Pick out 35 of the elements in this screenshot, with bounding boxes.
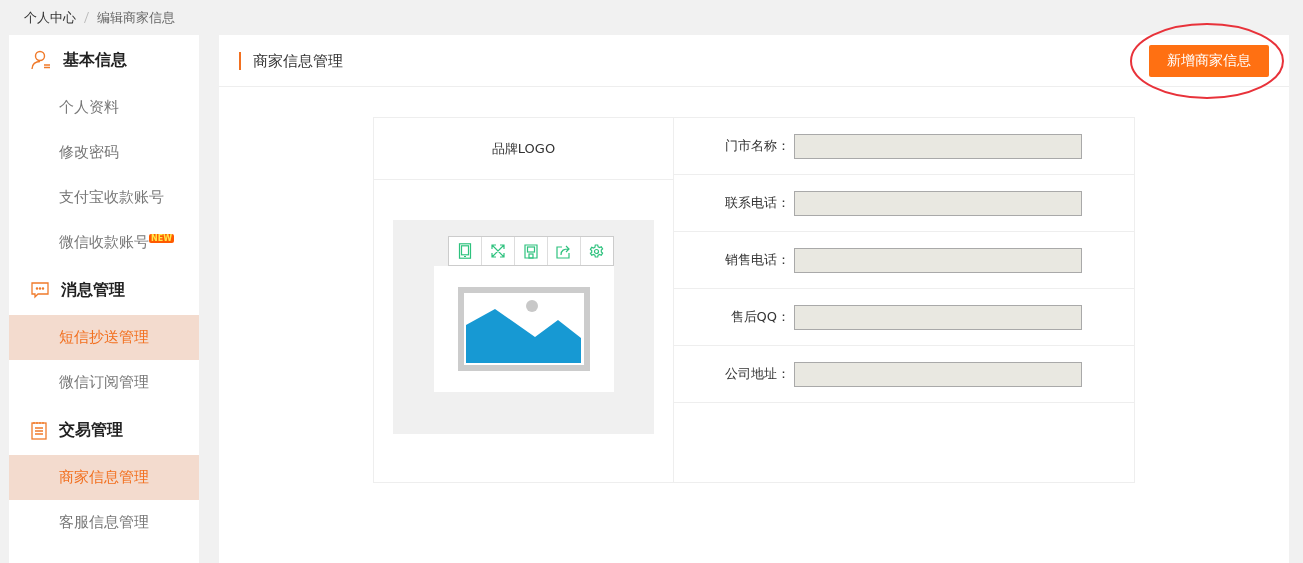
field-label: 售后QQ： xyxy=(729,308,790,326)
sidebar-group-title: 消息管理 xyxy=(61,279,125,301)
sidebar-group-title: 交易管理 xyxy=(59,419,123,441)
field-label: 联系电话： xyxy=(724,194,790,212)
input-field[interactable] xyxy=(794,304,1082,330)
sidebar-item[interactable]: 支付宝收款账号 xyxy=(9,175,199,220)
sidebar-item[interactable]: 个人资料 xyxy=(9,85,199,130)
logo-header: 品牌LOGO xyxy=(374,118,673,180)
input-field[interactable] xyxy=(794,190,1082,216)
sidebar-item[interactable]: 微信订阅管理 xyxy=(9,360,199,405)
input-field[interactable] xyxy=(794,361,1082,387)
user-icon xyxy=(31,50,51,70)
settings-icon[interactable] xyxy=(589,243,604,259)
save-icon[interactable] xyxy=(523,243,538,259)
image-placeholder-icon xyxy=(457,287,590,371)
input-field[interactable] xyxy=(794,133,1082,159)
share-icon[interactable] xyxy=(556,243,571,259)
field-label: 公司地址： xyxy=(724,365,790,383)
tablet-icon[interactable] xyxy=(457,243,472,259)
field-label: 销售电话： xyxy=(724,251,790,269)
field-label: 门市名称： xyxy=(724,137,790,155)
sidebar-item[interactable]: 修改密码 xyxy=(9,130,199,175)
breadcrumb-separator-icon xyxy=(84,12,89,23)
sidebar-item[interactable]: 客服信息管理 xyxy=(9,500,199,545)
logo-upload-area[interactable] xyxy=(393,220,654,434)
breadcrumb-item: 编辑商家信息 xyxy=(97,8,175,27)
breadcrumb-item[interactable]: 个人中心 xyxy=(24,8,76,27)
notepad-icon xyxy=(31,420,47,440)
chat-icon xyxy=(31,281,49,299)
new-badge: NEW xyxy=(149,234,174,243)
expand-icon[interactable] xyxy=(490,244,505,258)
input-field[interactable] xyxy=(794,247,1082,273)
section-title: 商家信息管理 xyxy=(239,51,343,70)
add-merchant-button[interactable]: 新增商家信息 xyxy=(1149,44,1269,77)
sidebar-group-title: 基本信息 xyxy=(63,49,127,71)
